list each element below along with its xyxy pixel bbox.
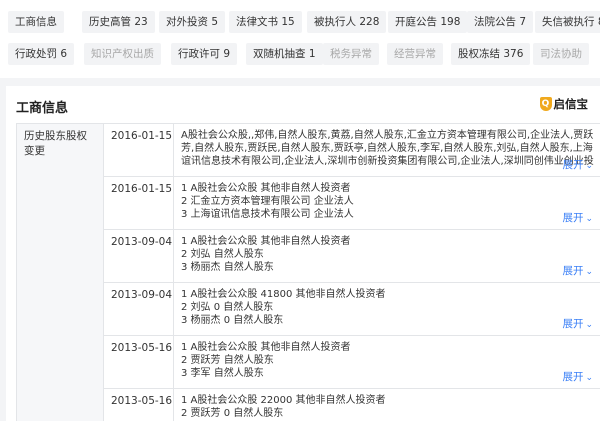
tab-random-inspection[interactable]: 双随机抽查 1 bbox=[246, 43, 323, 65]
change-date: 2016-01-15 bbox=[104, 177, 174, 229]
expand-label: 展开 bbox=[562, 371, 584, 383]
change-content: A股社会公众股,,郑伟,自然人股东,黄荔,自然人股东,汇金立方资本管理有限公司,… bbox=[175, 124, 600, 176]
filter-tabs: 工商信息 历史高管 23 对外投资 5 法律文书 15 被执行人 228 开庭公… bbox=[0, 0, 600, 78]
expand-button[interactable]: 展开 ⌄ bbox=[562, 263, 593, 278]
change-content: 1 A股社会公众股 22000 其他非自然人投资者 2 贾跃芳 0 自然人股东 bbox=[175, 389, 600, 421]
shareholder-line: 3 上海谊讯信息技术有限公司 企业法人 bbox=[181, 209, 354, 220]
change-date: 2013-09-04 bbox=[104, 230, 174, 282]
chevron-down-icon: ⌄ bbox=[585, 373, 593, 383]
tab-business-info[interactable]: 工商信息 bbox=[8, 11, 64, 33]
shareholder-paragraph: A股社会公众股,,郑伟,自然人股东,黄荔,自然人股东,汇金立方资本管理有限公司,… bbox=[181, 130, 594, 167]
expand-button[interactable]: 展开 ⌄ bbox=[562, 316, 593, 331]
shareholder-line: 1 A股社会公众股 其他非自然人投资者 bbox=[181, 236, 351, 247]
business-info-card: 工商信息 Q 启信宝 历史股东股权变更 2016-01-15 A股社会公众股,,… bbox=[6, 86, 600, 421]
shareholder-line: 1 A股社会公众股 22000 其他非自然人投资者 bbox=[181, 395, 386, 406]
tab-admin-penalties[interactable]: 行政处罚 6 bbox=[8, 43, 75, 65]
change-date: 2013-05-16 bbox=[104, 336, 174, 388]
expand-label: 展开 bbox=[562, 212, 584, 224]
shareholder-line: 1 A股社会公众股 其他非自然人投资者 bbox=[181, 183, 351, 194]
expand-button[interactable]: 展开 ⌄ bbox=[562, 369, 593, 384]
field-label: 历史股东股权变更 bbox=[17, 124, 104, 421]
change-content: 1 A股社会公众股 其他非自然人投资者 2 刘弘 自然人股东 3 杨丽杰 自然人… bbox=[175, 230, 600, 282]
tab-ip-pledge[interactable]: 知识产权出质 bbox=[84, 43, 161, 65]
shareholder-line: 2 刘弘 自然人股东 bbox=[181, 249, 264, 260]
chevron-down-icon: ⌄ bbox=[585, 267, 593, 277]
change-content: 1 A股社会公众股 其他非自然人投资者 2 汇金立方资本管理有限公司 企业法人 … bbox=[175, 177, 600, 229]
chevron-down-icon: ⌄ bbox=[585, 161, 593, 171]
shield-icon: Q bbox=[539, 97, 552, 111]
shareholder-line: 1 A股社会公众股 其他非自然人投资者 bbox=[181, 342, 351, 353]
section-title: 工商信息 bbox=[16, 101, 69, 116]
expand-label: 展开 bbox=[562, 159, 584, 171]
table-row: 2016-01-15 A股社会公众股,,郑伟,自然人股东,黄荔,自然人股东,汇金… bbox=[104, 124, 600, 177]
shareholder-line: 3 杨丽杰 0 自然人股东 bbox=[181, 315, 284, 326]
table-row: 2013-05-16 1 A股社会公众股 其他非自然人投资者 2 贾跃芳 自然人… bbox=[104, 336, 600, 389]
tab-legal-docs[interactable]: 法律文书 15 bbox=[229, 11, 302, 33]
tab-court-hearings[interactable]: 开庭公告 198 bbox=[388, 11, 468, 33]
shareholder-line: 2 刘弘 0 自然人股东 bbox=[181, 302, 274, 313]
change-date: 2016-01-15 bbox=[104, 124, 174, 176]
table-row: 2013-09-04 1 A股社会公众股 41800 其他非自然人投资者 2 刘… bbox=[104, 283, 600, 336]
tab-judicial-assist[interactable]: 司法协助 bbox=[533, 43, 589, 65]
expand-button[interactable]: 展开 ⌄ bbox=[562, 210, 593, 225]
shareholder-change-table: 历史股东股权变更 2016-01-15 A股社会公众股,,郑伟,自然人股东,黄荔… bbox=[16, 123, 600, 421]
tab-business-abnormal[interactable]: 经营异常 bbox=[387, 43, 443, 65]
shareholder-line: 2 贾跃芳 0 自然人股东 bbox=[181, 408, 284, 419]
tab-equity-freeze[interactable]: 股权冻结 376 bbox=[451, 43, 531, 65]
table-row: 2016-01-15 1 A股社会公众股 其他非自然人投资者 2 汇金立方资本管… bbox=[104, 177, 600, 230]
tab-dishonest-executed[interactable]: 失信被执行 8 bbox=[535, 11, 600, 33]
expand-button[interactable]: 展开 ⌄ bbox=[562, 157, 593, 172]
change-date: 2013-09-04 bbox=[104, 283, 174, 335]
chevron-down-icon: ⌄ bbox=[585, 320, 593, 330]
change-content: 1 A股社会公众股 其他非自然人投资者 2 贾跃芳 自然人股东 3 李军 自然人… bbox=[175, 336, 600, 388]
shareholder-line: 1 A股社会公众股 41800 其他非自然人投资者 bbox=[181, 289, 386, 300]
tab-executed-persons[interactable]: 被执行人 228 bbox=[307, 11, 387, 33]
table-row: 2013-09-04 1 A股社会公众股 其他非自然人投资者 2 刘弘 自然人股… bbox=[104, 230, 600, 283]
tab-admin-licenses[interactable]: 行政许可 9 bbox=[171, 43, 238, 65]
change-date: 2013-05-16 bbox=[104, 389, 174, 421]
tab-history-executives[interactable]: 历史高管 23 bbox=[82, 11, 155, 33]
shareholder-line: 3 李军 自然人股东 bbox=[181, 368, 264, 379]
tab-court-notices[interactable]: 法院公告 7 bbox=[467, 11, 534, 33]
shareholder-line: 2 汇金立方资本管理有限公司 企业法人 bbox=[181, 196, 354, 207]
tab-investments[interactable]: 对外投资 5 bbox=[159, 11, 226, 33]
chevron-down-icon: ⌄ bbox=[585, 214, 593, 224]
brand-name: 启信宝 bbox=[553, 97, 589, 111]
table-row: 2013-05-16 1 A股社会公众股 22000 其他非自然人投资者 2 贾… bbox=[104, 389, 600, 421]
change-content: 1 A股社会公众股 41800 其他非自然人投资者 2 刘弘 0 自然人股东 3… bbox=[175, 283, 600, 335]
expand-label: 展开 bbox=[562, 265, 584, 277]
shareholder-line: 2 贾跃芳 自然人股东 bbox=[181, 355, 274, 366]
brand-logo: Q 启信宝 bbox=[539, 96, 589, 112]
shareholder-line: 3 杨丽杰 自然人股东 bbox=[181, 262, 274, 273]
expand-label: 展开 bbox=[562, 318, 584, 330]
tab-tax-abnormal[interactable]: 税务异常 bbox=[323, 43, 379, 65]
